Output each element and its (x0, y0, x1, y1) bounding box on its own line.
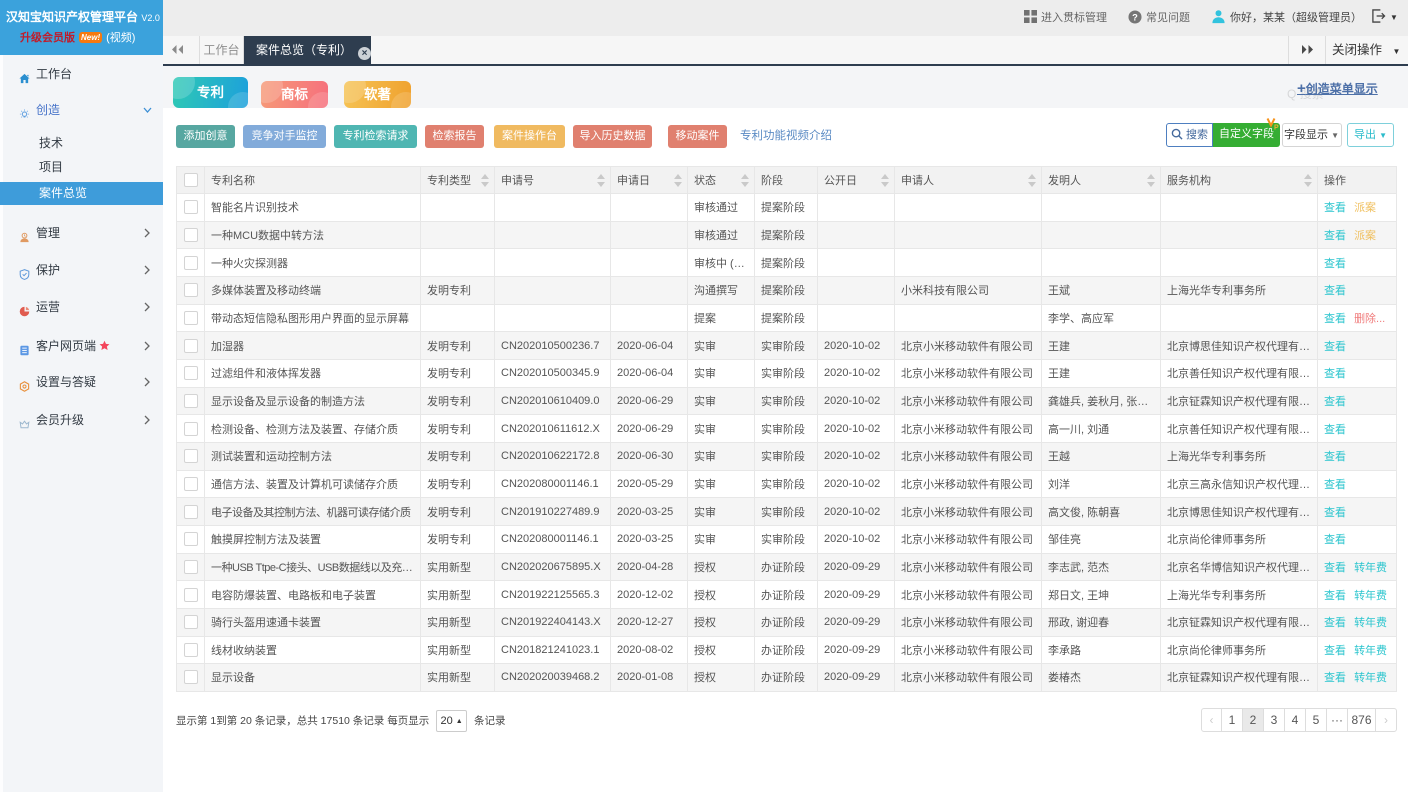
svg-text:?: ? (1132, 12, 1138, 22)
svg-text:P: P (1274, 125, 1279, 131)
